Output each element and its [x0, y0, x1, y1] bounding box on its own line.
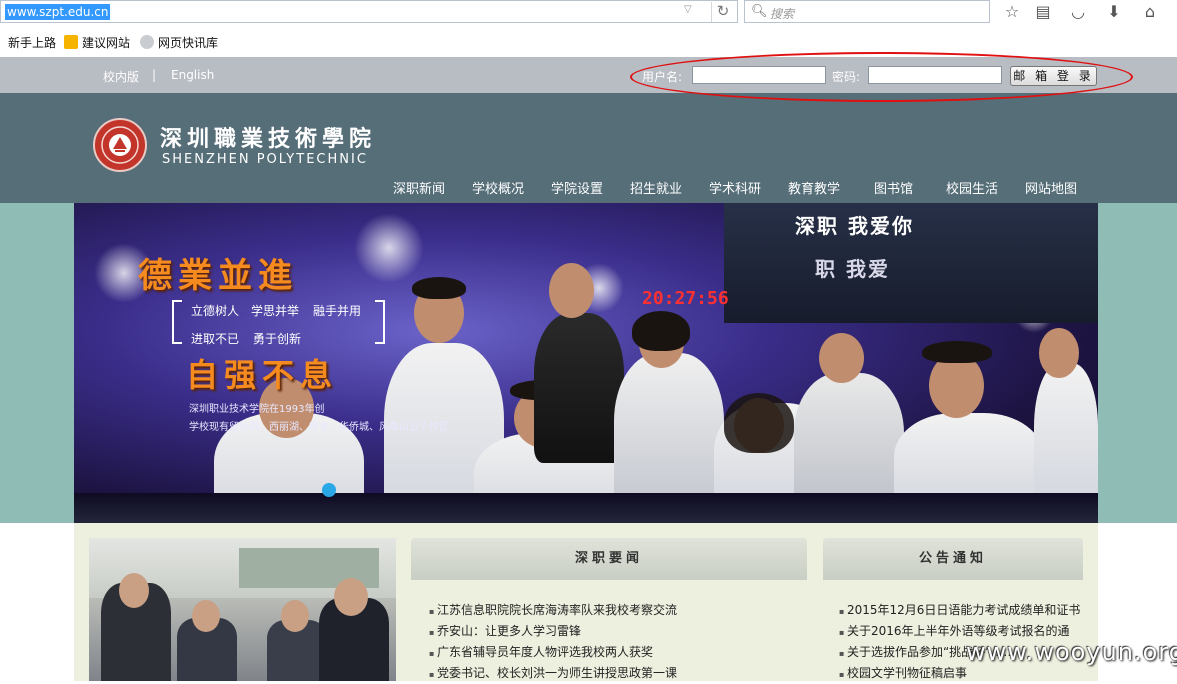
performer-hair: [922, 341, 992, 363]
bookmark-getting-started[interactable]: 新手上路: [8, 34, 56, 52]
news-panel: 深职要闻 江苏信息职院院长席海涛率队来我校考察交流 乔安山：让更多人学习雷锋 广…: [411, 538, 807, 684]
performer-hair: [412, 277, 466, 299]
news-item[interactable]: 江苏信息职院院长席海涛率队来我校考察交流: [429, 600, 807, 621]
photo-person-head: [192, 600, 220, 632]
watermark-text: www.wooyun.org: [966, 638, 1177, 666]
notices-panel-title: 公告通知: [823, 538, 1083, 580]
tagline-item: 立德树人: [191, 304, 240, 318]
nav-campus-life[interactable]: 校园生活: [946, 178, 998, 197]
bookmark-web-slice[interactable]: 网页快讯库: [140, 34, 218, 52]
nav-teaching[interactable]: 教育教学: [788, 178, 840, 197]
tagline-item: 勇于创新: [253, 332, 302, 346]
school-seal-logo[interactable]: [93, 118, 147, 172]
performer-hair: [632, 311, 690, 351]
screen-text-2: 职 我爱: [815, 257, 890, 281]
banner-slogan-top: 德業並進: [138, 256, 298, 296]
nav-admissions[interactable]: 招生就业: [630, 178, 682, 197]
screen-text-1: 深职 我爱你: [795, 214, 914, 238]
globe-icon: [140, 35, 154, 49]
news-list: 江苏信息职院院长席海涛率队来我校考察交流 乔安山：让更多人学习雷锋 广东省辅导员…: [411, 580, 807, 684]
address-bar[interactable]: www.szpt.edu.cn ▽ ↻: [0, 0, 738, 23]
seal-emblem-icon: [101, 126, 139, 164]
photo-person-head: [334, 578, 368, 616]
performer-head: [1039, 328, 1079, 378]
bookmarks-toolbar: 新手上路 建议网站 网页快讯库: [0, 30, 1177, 56]
bookmark-label: 建议网站: [82, 36, 131, 50]
nav-about[interactable]: 学校概况: [472, 178, 524, 197]
bookmark-star-icon[interactable]: ☆: [1000, 0, 1024, 23]
tagline-item: 进取不已: [191, 332, 240, 346]
nav-sitemap[interactable]: 网站地图: [1025, 178, 1077, 197]
stage-floor: [74, 493, 1098, 523]
english-link[interactable]: English: [171, 68, 214, 82]
stage-light: [354, 213, 424, 283]
news-photo[interactable]: [89, 538, 396, 681]
performer-hair: [724, 393, 794, 453]
reading-list-icon[interactable]: ▤: [1031, 0, 1055, 23]
performer-head: [549, 263, 594, 318]
nav-research[interactable]: 学术科研: [709, 178, 761, 197]
clock-display: 20:27:56: [642, 288, 729, 309]
campus-version-link[interactable]: 校内版: [103, 68, 139, 85]
topbar-separator: |: [152, 68, 157, 82]
url-text[interactable]: www.szpt.edu.cn: [5, 4, 111, 20]
home-icon[interactable]: ⌂: [1138, 0, 1162, 23]
reload-icon[interactable]: ↻: [711, 2, 734, 22]
url-dropdown-icon[interactable]: ▽: [684, 4, 692, 15]
search-bar[interactable]: 🔍︎ 搜索: [744, 0, 990, 23]
bookmark-suggested-sites[interactable]: 建议网站: [64, 34, 130, 52]
banner-desc-line2: 学校现有留仙洞、西丽湖、官龙、华侨城、风凰山五个校区: [189, 422, 449, 433]
news-panel-title: 深职要闻: [411, 538, 807, 580]
banner-slogan-bottom: 自强不息: [186, 356, 339, 394]
notice-item[interactable]: 2015年12月6日日语能力考试成绩单和证书: [839, 600, 1083, 621]
tagline-item: 融手并用: [313, 304, 362, 318]
red-annotation-ellipse: [630, 52, 1133, 102]
performer: [534, 313, 624, 463]
nav-library[interactable]: 图书馆: [874, 178, 913, 197]
search-icon: 🔍︎: [751, 4, 768, 19]
tagline-bracket-right: [375, 300, 385, 344]
logo-english-name: SHENZHEN POLYTECHNIC: [162, 152, 368, 167]
pocket-icon[interactable]: ◡: [1066, 0, 1090, 23]
news-item[interactable]: 广东省辅导员年度人物评选我校两人获奖: [429, 642, 807, 663]
photo-person-head: [119, 573, 149, 608]
notices-list: 2015年12月6日日语能力考试成绩单和证书 关于2016年上半年外语等级考试报…: [823, 580, 1083, 684]
download-icon[interactable]: ⬇: [1102, 0, 1126, 23]
performer-head: [819, 333, 864, 383]
bookmark-label: 网页快讯库: [158, 36, 219, 50]
tagline-bracket-left: [172, 300, 182, 344]
tagline-item: 学思并举: [251, 304, 300, 318]
nav-news[interactable]: 深职新闻: [393, 178, 445, 197]
banner-desc-line1: 深圳职业技术学院在1993年创: [189, 404, 325, 415]
photo-person-head: [281, 600, 309, 632]
bing-icon: [64, 35, 78, 49]
search-placeholder: 搜索: [770, 7, 795, 21]
bookmark-label: 新手上路: [8, 36, 57, 50]
nav-colleges[interactable]: 学院设置: [551, 178, 603, 197]
logo-chinese-name: 深圳職業技術學院: [160, 126, 377, 152]
news-item[interactable]: 乔安山：让更多人学习雷锋: [429, 621, 807, 642]
slide-indicator-dot[interactable]: [322, 483, 336, 497]
